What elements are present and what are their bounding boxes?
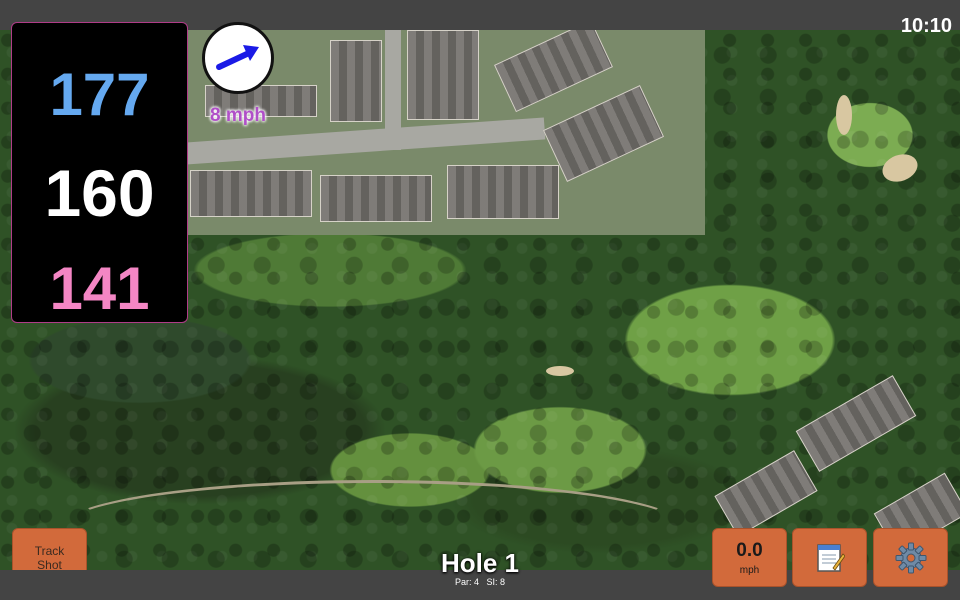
bunker xyxy=(836,95,852,135)
bunker xyxy=(546,366,574,376)
hole-title: Hole 1 xyxy=(440,548,520,578)
house xyxy=(320,175,432,222)
cart-path xyxy=(60,480,686,570)
stroke-index-label: SI: 8 xyxy=(486,577,506,587)
wind-indicator xyxy=(202,22,274,94)
speed-unit: mph xyxy=(739,564,760,576)
settings-button[interactable] xyxy=(873,528,948,587)
road xyxy=(385,30,401,150)
clock: 10:10 xyxy=(900,15,952,37)
gear-icon xyxy=(895,542,926,573)
wind-arrow-icon xyxy=(216,45,259,70)
notepad-icon xyxy=(816,543,845,572)
yardage-panel: 177 160 141 xyxy=(11,22,188,323)
par-label: Par: 4 xyxy=(454,577,479,587)
house xyxy=(447,165,559,219)
house xyxy=(494,30,613,113)
house xyxy=(407,30,479,120)
center-yardage: 160 xyxy=(44,156,155,230)
wind-speed-label: 8 mph xyxy=(210,105,266,126)
track-shot-label: Track Shot xyxy=(34,543,65,572)
house xyxy=(190,170,312,217)
front-yardage: 141 xyxy=(49,255,150,322)
back-yardage: 177 xyxy=(49,61,150,128)
hole-info: Par: 4 SI: 8 xyxy=(380,577,580,587)
house xyxy=(542,85,665,182)
house xyxy=(330,40,382,122)
notes-button[interactable] xyxy=(792,528,867,587)
speed-button[interactable]: 0.0 mph xyxy=(712,528,787,587)
speed-value: 0.0 xyxy=(736,539,763,561)
